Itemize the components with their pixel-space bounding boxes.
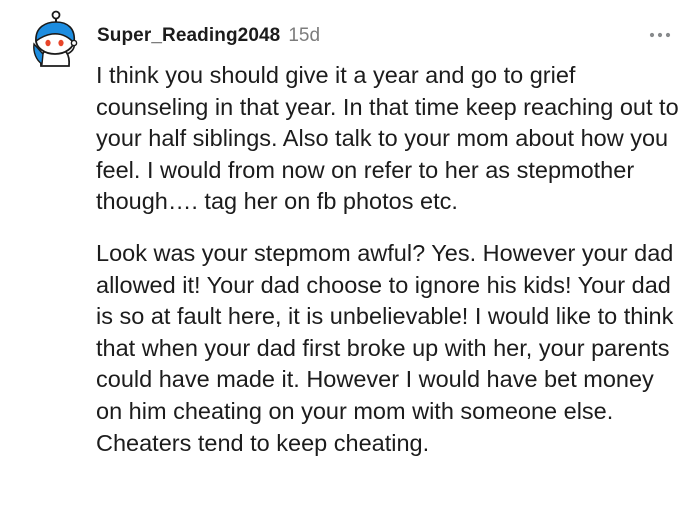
snoo-avatar-icon <box>33 10 78 67</box>
comment-body: I think you should give it a year and go… <box>96 60 681 459</box>
more-options-button[interactable] <box>645 25 675 45</box>
comment-card: Super_Reading2048 15d I think you should… <box>0 0 700 515</box>
comment-meta: Super_Reading2048 15d <box>97 22 320 50</box>
username-link[interactable]: Super_Reading2048 <box>97 25 280 47</box>
comment-paragraph: I think you should give it a year and go… <box>96 62 679 215</box>
comment-paragraph: Look was your stepmom awful? Yes. Howeve… <box>96 239 674 456</box>
more-options-icon <box>649 32 671 38</box>
comment-age: 15d <box>288 25 321 46</box>
user-avatar[interactable] <box>30 10 80 68</box>
